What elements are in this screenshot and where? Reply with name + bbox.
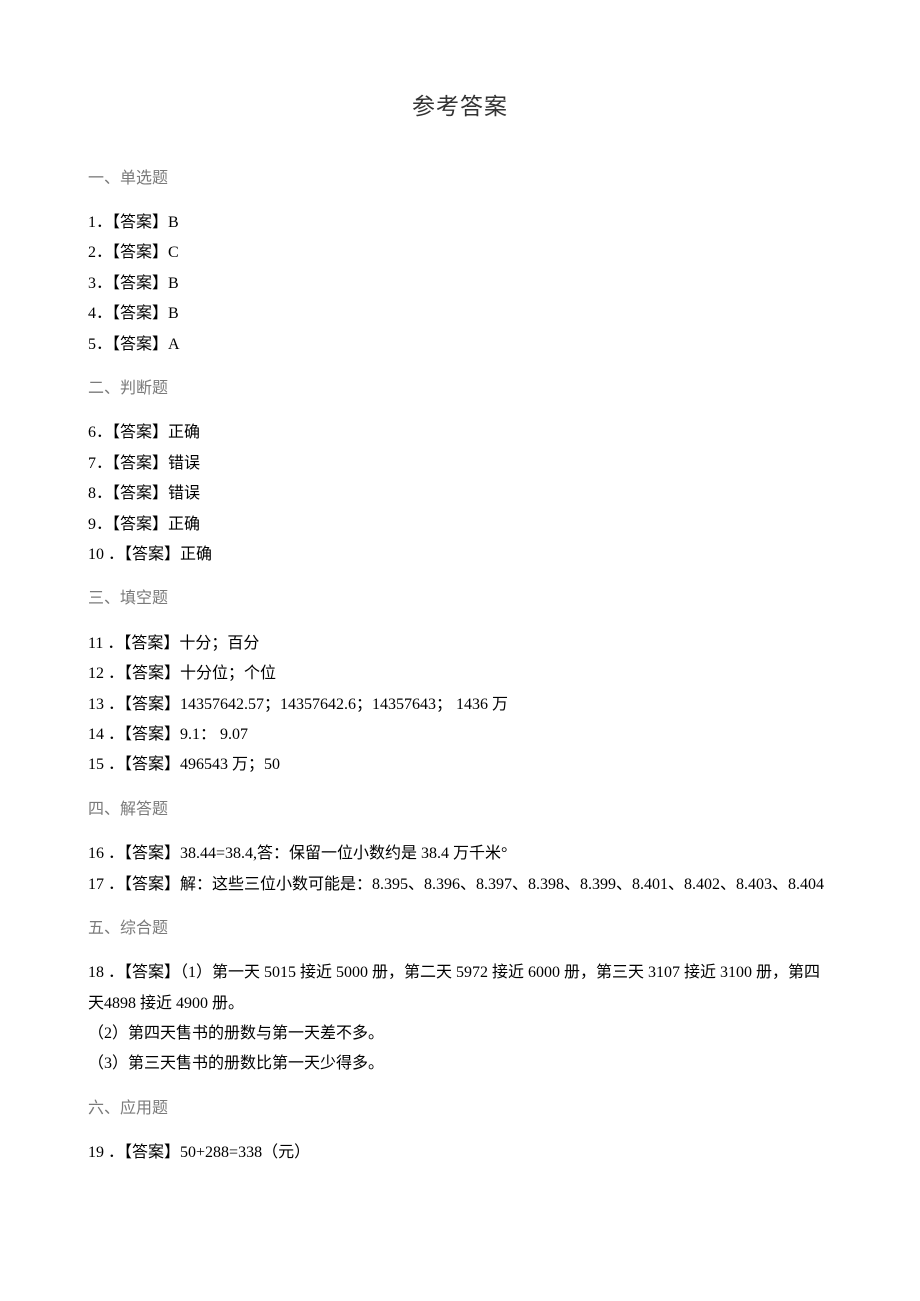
answer-value: B — [168, 275, 179, 292]
answer-label: ．【答案】 — [103, 635, 179, 652]
answer-label: ．【答案】 — [104, 876, 180, 893]
answer-item-5: 5．【答案】A — [88, 330, 832, 360]
item-number: 17 — [88, 876, 104, 893]
answer-item-6: 6．【答案】正确 — [88, 418, 832, 448]
item-number: 15 — [88, 756, 104, 773]
item-number: 2 — [88, 244, 96, 261]
answer-item-18-sub3: （3）第三天售书的册数比第一天少得多。 — [88, 1049, 832, 1079]
answer-label: ．【答案】 — [104, 845, 180, 862]
section-heading-3: 三、填空题 — [88, 584, 832, 614]
answer-value: 十分位；个位 — [180, 665, 276, 682]
answer-item-11: 11 ．【答案】十分；百分 — [88, 629, 832, 659]
answer-item-15: 15 ．【答案】496543 万；50 — [88, 750, 832, 780]
answer-value: 正确 — [168, 424, 200, 441]
item-number: 9 — [88, 516, 96, 533]
section-heading-6: 六、应用题 — [88, 1094, 832, 1124]
answer-label: ．【答案】 — [104, 964, 180, 981]
answer-item-18-sub2: （2）第四天售书的册数与第一天差不多。 — [88, 1019, 832, 1049]
answer-value: 14357642.57；14357642.6；14357643； 1436 万 — [180, 696, 508, 713]
answer-label: ．【答案】 — [104, 696, 180, 713]
answer-item-16: 16 ．【答案】38.44=38.4,答：保留一位小数约是 38.4 万千米° — [88, 839, 832, 869]
item-number: 7 — [88, 455, 96, 472]
answer-value: B — [168, 305, 179, 322]
answer-value: 38.44=38.4,答：保留一位小数约是 38.4 万千米° — [180, 845, 507, 862]
answer-label: ．【答案】 — [96, 336, 168, 353]
item-number: 19 — [88, 1144, 104, 1161]
answer-value: 50+288=338（元） — [180, 1144, 310, 1161]
item-number: 6 — [88, 424, 96, 441]
answer-item-8: 8．【答案】错误 — [88, 479, 832, 509]
item-number: 5 — [88, 336, 96, 353]
answer-label: ．【答案】 — [104, 546, 180, 563]
answer-item-17: 17 ．【答案】解：这些三位小数可能是：8.395、8.396、8.397、8.… — [88, 870, 832, 900]
answer-item-13: 13 ．【答案】14357642.57；14357642.6；14357643；… — [88, 690, 832, 720]
answer-item-14: 14 ．【答案】9.1： 9.07 — [88, 720, 832, 750]
item-number: 8 — [88, 485, 96, 502]
item-number: 1 — [88, 214, 96, 231]
answer-label: ．【答案】 — [96, 485, 168, 502]
answer-item-10: 10 ．【答案】正确 — [88, 540, 832, 570]
item-number: 16 — [88, 845, 104, 862]
answer-label: ．【答案】 — [96, 214, 168, 231]
item-number: 18 — [88, 964, 104, 981]
item-number: 3 — [88, 275, 96, 292]
section-heading-1: 一、单选题 — [88, 164, 832, 194]
answer-value: 正确 — [168, 516, 200, 533]
answer-value: C — [168, 244, 179, 261]
answer-value: A — [168, 336, 180, 353]
answer-label: ．【答案】 — [96, 516, 168, 533]
answer-label: ．【答案】 — [104, 665, 180, 682]
answer-value: 解：这些三位小数可能是：8.395、8.396、8.397、8.398、8.39… — [180, 876, 824, 893]
item-number: 12 — [88, 665, 104, 682]
answer-label: ．【答案】 — [96, 305, 168, 322]
answer-value: B — [168, 214, 179, 231]
answer-label: ．【答案】 — [96, 424, 168, 441]
answer-value: 496543 万；50 — [180, 756, 280, 773]
answer-item-7: 7．【答案】错误 — [88, 449, 832, 479]
answer-label: ．【答案】 — [96, 275, 168, 292]
answer-value: 错误 — [168, 485, 200, 502]
answer-value: 正确 — [180, 546, 212, 563]
item-number: 14 — [88, 726, 104, 743]
item-number: 10 — [88, 546, 104, 563]
answer-value: 9.1： 9.07 — [180, 726, 248, 743]
item-number: 4 — [88, 305, 96, 322]
answer-value: （1）第一天 5015 接近 5000 册，第二天 5972 接近 6000 册… — [88, 964, 820, 1011]
answer-item-12: 12 ．【答案】十分位；个位 — [88, 659, 832, 689]
answer-label: ．【答案】 — [104, 726, 180, 743]
section-heading-2: 二、判断题 — [88, 374, 832, 404]
answer-item-1: 1．【答案】B — [88, 208, 832, 238]
answer-item-18: 18 ．【答案】（1）第一天 5015 接近 5000 册，第二天 5972 接… — [88, 958, 832, 1019]
section-heading-4: 四、解答题 — [88, 795, 832, 825]
answer-label: ．【答案】 — [96, 244, 168, 261]
answer-item-4: 4．【答案】B — [88, 299, 832, 329]
section-heading-5: 五、综合题 — [88, 914, 832, 944]
item-number: 11 — [88, 635, 103, 652]
answer-item-9: 9．【答案】正确 — [88, 510, 832, 540]
answer-value: 十分；百分 — [179, 635, 259, 652]
answer-label: ．【答案】 — [96, 455, 168, 472]
answer-value: 错误 — [168, 455, 200, 472]
answer-item-2: 2．【答案】C — [88, 238, 832, 268]
answer-label: ．【答案】 — [104, 1144, 180, 1161]
answer-item-3: 3．【答案】B — [88, 269, 832, 299]
item-number: 13 — [88, 696, 104, 713]
page-title: 参考答案 — [88, 85, 832, 129]
answer-item-19: 19 ．【答案】50+288=338（元） — [88, 1138, 832, 1168]
answer-label: ．【答案】 — [104, 756, 180, 773]
